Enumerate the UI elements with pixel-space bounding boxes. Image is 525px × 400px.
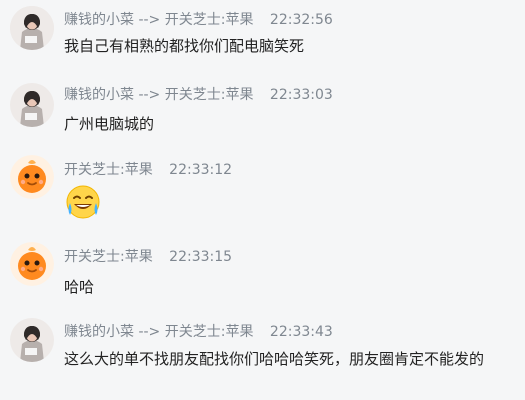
- message-time: 22:33:43: [269, 324, 333, 340]
- girl-photo-avatar[interactable]: [10, 6, 54, 50]
- message-meta: 开关芝士:苹果 22:33:15: [64, 248, 232, 266]
- sender-name: 开关芝士:苹果: [64, 249, 153, 265]
- laughing-tears-emoji: [64, 183, 102, 221]
- message-meta: 赚钱的小菜 --> 开关芝士:苹果 22:33:43: [64, 323, 333, 341]
- sender-name: 赚钱的小菜: [64, 12, 134, 28]
- girl-photo-avatar[interactable]: [10, 318, 54, 362]
- chat-history: 赚钱的小菜 --> 开关芝士:苹果 22:32:56 我自己有相熟的都找你们配电…: [0, 0, 525, 400]
- message-meta: 开关芝士:苹果 22:33:12: [64, 161, 232, 179]
- arrow-separator: -->: [138, 87, 161, 103]
- sender-name: 赚钱的小菜: [64, 324, 134, 340]
- sender-name: 开关芝士:苹果: [64, 162, 153, 178]
- message-text: 哈哈: [64, 278, 95, 296]
- recipient-name: 开关芝士:苹果: [164, 87, 254, 103]
- girl-photo-avatar[interactable]: [10, 83, 54, 127]
- recipient-name: 开关芝士:苹果: [164, 324, 254, 340]
- recipient-name: 开关芝士:苹果: [164, 12, 254, 28]
- message-time: 22:33:15: [169, 249, 233, 265]
- message-time: 22:32:56: [269, 12, 333, 28]
- sender-name: 赚钱的小菜: [64, 87, 134, 103]
- message-time: 22:33:03: [269, 87, 333, 103]
- message-time: 22:33:12: [169, 162, 233, 178]
- orange-mascot-avatar[interactable]: [10, 155, 54, 199]
- orange-mascot-avatar[interactable]: [10, 242, 54, 286]
- message-meta: 赚钱的小菜 --> 开关芝士:苹果 22:32:56: [64, 11, 333, 29]
- arrow-separator: -->: [138, 324, 161, 340]
- message-text: 我自己有相熟的都找你们配电脑笑死: [64, 37, 305, 55]
- message-text: 这么大的单不找朋友配找你们哈哈哈笑死，朋友圈肯定不能发的: [64, 350, 485, 368]
- message-text: 广州电脑城的: [64, 115, 155, 133]
- arrow-separator: -->: [138, 12, 161, 28]
- message-meta: 赚钱的小菜 --> 开关芝士:苹果 22:33:03: [64, 86, 333, 104]
